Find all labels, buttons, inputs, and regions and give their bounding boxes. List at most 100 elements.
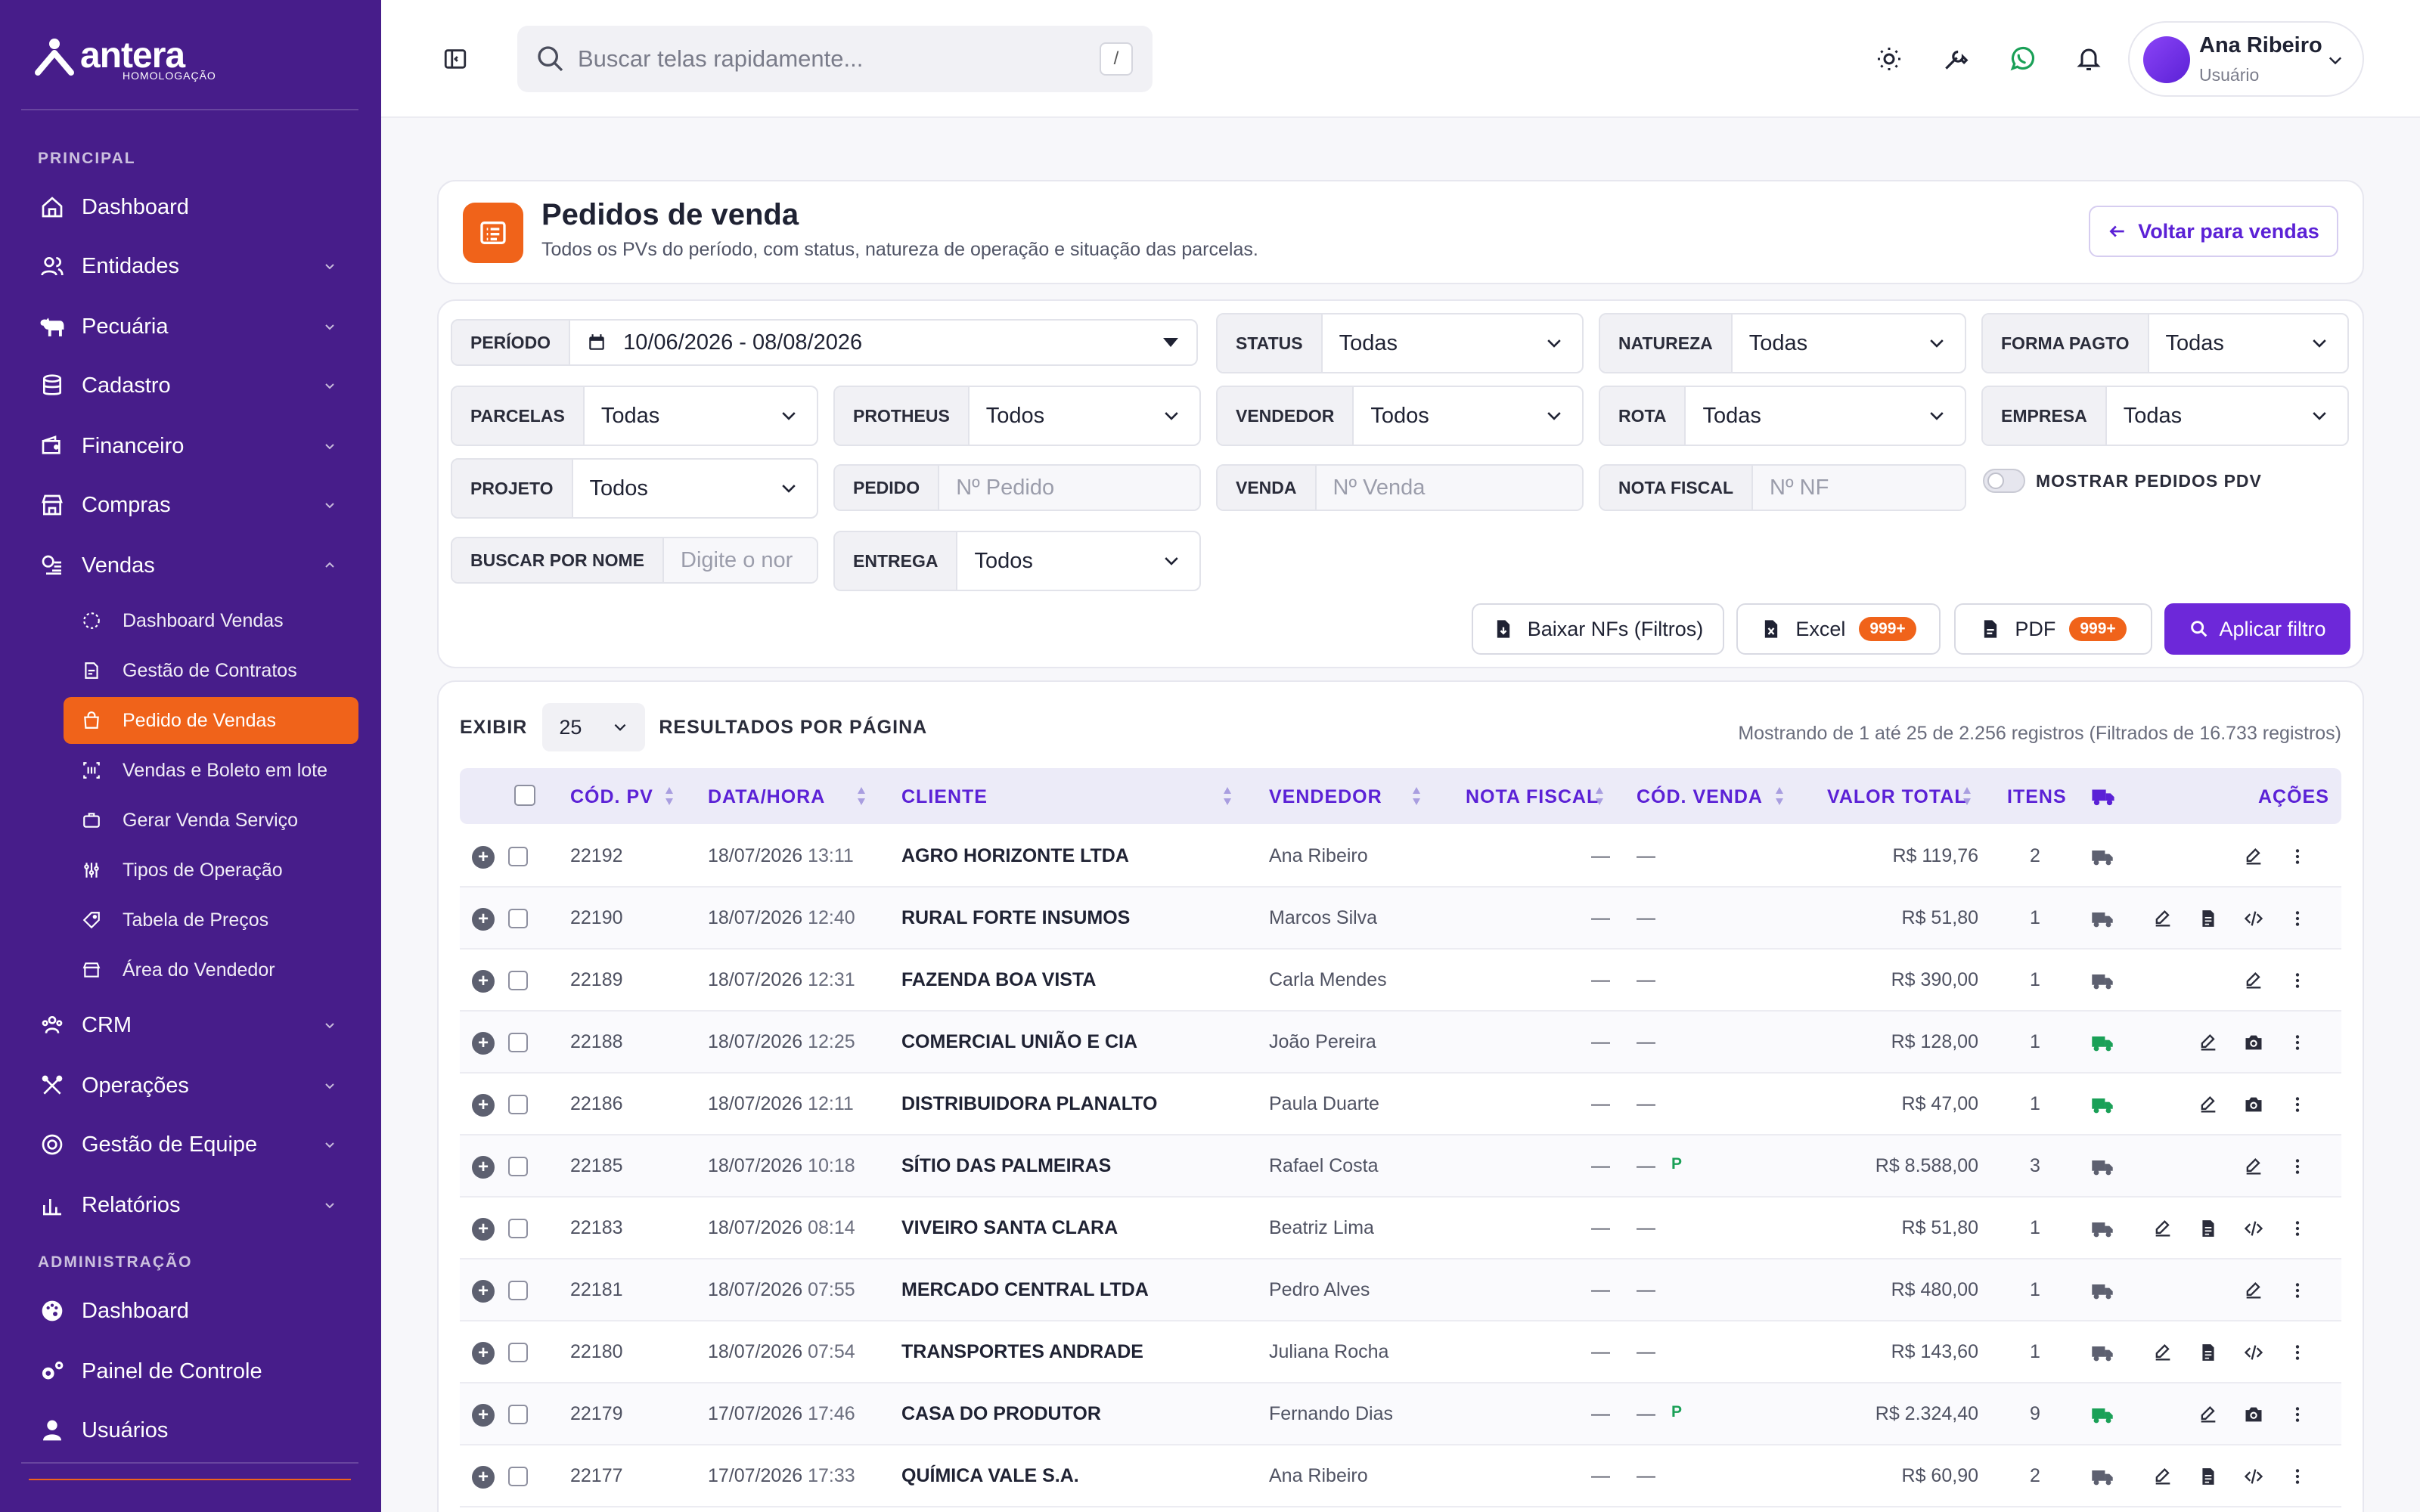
filter-projeto[interactable]: PROJETO Todos <box>451 458 818 519</box>
edit-icon[interactable] <box>2151 906 2175 931</box>
table-row[interactable]: +22192 18/07/2026 13:11 AGRO HORIZONTE LTD… <box>460 826 2341 888</box>
table-row[interactable]: +22189 18/07/2026 12:31 FAZENDA BOA VISTA C… <box>460 950 2341 1012</box>
code-icon[interactable] <box>2242 906 2266 931</box>
edit-icon[interactable] <box>2151 1216 2175 1241</box>
more-vertical-icon[interactable] <box>2285 844 2310 869</box>
filter-venda[interactable]: VENDA <box>1216 464 1584 511</box>
sidebar-item-compras[interactable]: Compras <box>38 484 343 526</box>
sidebar-item-admin-dashboard[interactable]: Dashboard <box>38 1290 343 1332</box>
document-icon[interactable] <box>2196 906 2220 931</box>
edit-icon[interactable] <box>2242 1154 2266 1179</box>
filter-protheus[interactable]: PROTHEUS Todos <box>833 386 1201 446</box>
sort-icon[interactable] <box>1222 785 1233 807</box>
document-icon[interactable] <box>2196 1340 2220 1365</box>
filter-rota[interactable]: ROTA Todas <box>1599 386 1966 446</box>
row-checkbox[interactable] <box>508 1157 528 1176</box>
expand-row-button[interactable]: + <box>472 846 495 869</box>
row-checkbox[interactable] <box>508 1219 528 1238</box>
sidebar-subitem-pedido-vendas[interactable]: Pedido de Vendas <box>64 697 358 744</box>
expand-row-button[interactable]: + <box>472 1342 495 1365</box>
cell-cliente[interactable]: VIVEIRO SANTA CLARA <box>901 1217 1118 1239</box>
sidebar-item-operacoes[interactable]: Operações <box>38 1064 343 1107</box>
sidebar-item-usuarios[interactable]: Usuários <box>38 1409 343 1452</box>
table-row[interactable]: +22181 18/07/2026 07:55 MERCADO CENTRAL LT… <box>460 1259 2341 1321</box>
export-excel-button[interactable]: Excel 999+ <box>1736 603 1941 655</box>
col-itens[interactable]: ITENS <box>2007 786 2067 808</box>
cell-cliente[interactable]: COMERCIAL UNIÃO E CIA <box>901 1031 1137 1053</box>
pdv-switch[interactable] <box>1983 469 2025 493</box>
cell-cliente[interactable]: RURAL FORTE INSUMOS <box>901 907 1130 929</box>
edit-icon[interactable] <box>2196 1092 2220 1117</box>
filter-buscar-nome[interactable]: BUSCAR POR NOME <box>451 537 818 584</box>
sidebar-subitem-gerar-venda-servico[interactable]: Gerar Venda Serviço <box>64 797 358 844</box>
pedido-input[interactable] <box>939 466 1199 510</box>
sidebar-item-cadastro[interactable]: Cadastro <box>38 364 343 407</box>
cell-cliente[interactable]: FAZENDA BOA VISTA <box>901 969 1096 991</box>
col-cod-pv[interactable]: CÓD. PV <box>570 786 653 808</box>
cell-cliente[interactable]: TRANSPORTES ANDRADE <box>901 1341 1143 1363</box>
filter-pedido[interactable]: PEDIDO <box>833 464 1201 511</box>
table-row[interactable]: +22185 18/07/2026 10:18 SÍTIO DAS PALMEIRA… <box>460 1136 2341 1198</box>
code-icon[interactable] <box>2242 1216 2266 1241</box>
more-vertical-icon[interactable] <box>2285 968 2310 993</box>
buscar-nome-input[interactable] <box>664 538 817 582</box>
user-menu[interactable]: Ana Ribeiro Usuário <box>2128 21 2364 97</box>
more-vertical-icon[interactable] <box>2285 1030 2310 1055</box>
filter-forma-pagto[interactable]: FORMA PAGTO Todas <box>1981 313 2349 373</box>
sidebar-item-vendas[interactable]: Vendas <box>38 544 343 587</box>
quick-search[interactable]: / <box>517 26 1153 92</box>
more-vertical-icon[interactable] <box>2285 1464 2310 1489</box>
sort-icon[interactable] <box>856 785 867 807</box>
edit-icon[interactable] <box>2196 1402 2220 1427</box>
row-checkbox[interactable] <box>508 1033 528 1052</box>
table-row[interactable]: +22179 17/07/2026 17:46 CASA DO PRODUTOR Fe… <box>460 1383 2341 1445</box>
row-checkbox[interactable] <box>508 1095 528 1114</box>
row-checkbox[interactable] <box>508 847 528 866</box>
camera-icon[interactable] <box>2242 1030 2266 1055</box>
filter-vendedor[interactable]: VENDEDOR Todos <box>1216 386 1584 446</box>
expand-row-button[interactable]: + <box>472 1094 495 1117</box>
export-pdf-button[interactable]: PDF 999+ <box>1954 603 2152 655</box>
page-size-select[interactable]: 25 <box>542 703 646 751</box>
expand-row-button[interactable]: + <box>472 1156 495 1179</box>
cell-cliente[interactable]: DISTRIBUIDORA PLANALTO <box>901 1093 1157 1115</box>
edit-icon[interactable] <box>2196 1030 2220 1055</box>
pdv-toggle[interactable]: MOSTRAR PEDIDOS PDV <box>1983 469 2262 493</box>
nota-fiscal-input[interactable] <box>1753 466 1965 510</box>
apply-filter-button[interactable]: Aplicar filtro <box>2164 603 2350 655</box>
document-icon[interactable] <box>2196 1464 2220 1489</box>
sort-icon[interactable] <box>1594 785 1605 807</box>
table-row[interactable]: +22190 18/07/2026 12:40 RURAL FORTE INSUMO… <box>460 888 2341 950</box>
filter-empresa[interactable]: EMPRESA Todas <box>1981 386 2349 446</box>
more-vertical-icon[interactable] <box>2285 1402 2310 1427</box>
camera-icon[interactable] <box>2242 1092 2266 1117</box>
sidebar-item-gestao-equipe[interactable]: Gestão de Equipe <box>38 1123 343 1166</box>
sidebar-subitem-tipos-operacao[interactable]: Tipos de Operação <box>64 847 358 894</box>
col-valor-total[interactable]: VALOR TOTAL <box>1827 786 1967 808</box>
sidebar-item-dashboard[interactable]: Dashboard <box>38 186 343 228</box>
expand-row-button[interactable]: + <box>472 1466 495 1489</box>
sun-icon[interactable] <box>1872 42 1906 76</box>
more-vertical-icon[interactable] <box>2285 1092 2310 1117</box>
camera-icon[interactable] <box>2242 1402 2266 1427</box>
more-vertical-icon[interactable] <box>2285 1278 2310 1303</box>
document-icon[interactable] <box>2196 1216 2220 1241</box>
more-vertical-icon[interactable] <box>2285 906 2310 931</box>
expand-row-button[interactable]: + <box>472 1404 495 1427</box>
row-checkbox[interactable] <box>508 1343 528 1362</box>
sort-icon[interactable] <box>1962 785 1972 807</box>
expand-row-button[interactable]: + <box>472 1218 495 1241</box>
sidebar-toggle-icon[interactable] <box>440 44 470 74</box>
row-checkbox[interactable] <box>508 971 528 990</box>
more-vertical-icon[interactable] <box>2285 1154 2310 1179</box>
filter-nota-fiscal[interactable]: NOTA FISCAL <box>1599 464 1966 511</box>
cell-cliente[interactable]: CASA DO PRODUTOR <box>901 1403 1101 1425</box>
more-vertical-icon[interactable] <box>2285 1216 2310 1241</box>
sidebar-item-painel-controle[interactable]: Painel de Controle <box>38 1350 343 1393</box>
whatsapp-icon[interactable] <box>2006 42 2039 76</box>
row-checkbox[interactable] <box>508 1281 528 1300</box>
cell-cliente[interactable]: MERCADO CENTRAL LTDA <box>901 1279 1149 1301</box>
expand-row-button[interactable]: + <box>472 1280 495 1303</box>
code-icon[interactable] <box>2242 1464 2266 1489</box>
row-checkbox[interactable] <box>508 909 528 928</box>
